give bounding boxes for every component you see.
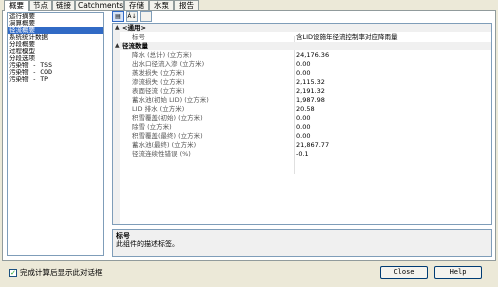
tab-nodes[interactable]: 节点 (29, 0, 52, 10)
property-row[interactable]: 蒸发损失 (立方米) 0.00 (113, 69, 491, 77)
property-value: 0.00 (296, 69, 311, 77)
category-general[interactable]: ▲ <通用> (113, 24, 491, 32)
property-value[interactable]: 含LID设施年径流控制率对应降雨量 (296, 33, 491, 41)
show-dialog-label[interactable]: 完成计算后显示此对话框 (20, 268, 103, 278)
description-pane: 标号 此组件的描述标签。 (112, 229, 492, 257)
property-label: 渗流损失 (立方米) (132, 78, 185, 86)
help-button[interactable]: Help (434, 266, 482, 279)
tab-bar: 概要 节点 链接 Catchments 存储 水泵 报告 (0, 0, 498, 11)
property-row[interactable]: 蓄水池(初始 LID) (立方米) 1,987.98 (113, 96, 491, 104)
property-label: 积雪覆盖(最终) (立方米) (132, 132, 203, 140)
property-label: 积雪覆盖(初始) (立方米) (132, 114, 203, 122)
list-item[interactable]: 污染物 - COD (8, 69, 103, 76)
property-row[interactable]: LID 排水 (立方米) 20.58 (113, 105, 491, 113)
property-row[interactable]: 除雪 (立方米) 0.00 (113, 123, 491, 131)
show-dialog-checkbox[interactable]: ✓ (9, 269, 17, 277)
list-item[interactable]: 过程模型 (8, 48, 103, 55)
property-value: 24,176.36 (296, 51, 330, 59)
property-label: 蒸发损失 (立方米) (132, 69, 185, 77)
property-label: 标号 (132, 33, 145, 41)
list-item[interactable]: 演算概要 (8, 20, 103, 27)
collapse-icon[interactable]: ▲ (115, 42, 120, 50)
property-row[interactable]: 蓄水池(最终) (立方米) 21,867.77 (113, 141, 491, 149)
property-toolbar: ▤ Ȧ↓ (112, 11, 152, 22)
property-pages-button[interactable] (140, 11, 152, 22)
list-item-selected[interactable]: 径流概要 (8, 27, 103, 34)
list-item[interactable]: 分段选项 (8, 55, 103, 62)
category-label: <通用> (122, 24, 146, 32)
collapse-icon[interactable]: ▲ (115, 24, 120, 32)
property-value: 20.58 (296, 105, 315, 113)
property-row[interactable]: 径流连续性错误 (%) -0.1 (113, 150, 491, 158)
description-title: 标号 (116, 232, 130, 240)
property-value: -0.1 (296, 150, 309, 158)
summary-list[interactable]: 运行摘要 演算概要 径流概要 系统统计数据 分段概要 过程模型 分段选项 污染物… (7, 12, 104, 256)
description-text: 此组件的描述标签。 (116, 240, 179, 248)
property-area: ▤ Ȧ↓ ▲ <通用> 标号 含LID设施年径流控制率对应降雨量 ▲ 径流数量 … (109, 10, 495, 260)
property-label: 降水 (总计) (立方米) (132, 51, 192, 59)
property-value: 1,987.98 (296, 96, 325, 104)
category-label: 径流数量 (122, 42, 148, 50)
property-value: 2,191.32 (296, 87, 325, 95)
category-runoff[interactable]: ▲ 径流数量 (113, 42, 491, 50)
list-item[interactable]: 分段概要 (8, 41, 103, 48)
property-row[interactable]: 积雪覆盖(最终) (立方米) 0.00 (113, 132, 491, 140)
property-row[interactable]: 标号 含LID设施年径流控制率对应降雨量 (113, 33, 491, 41)
property-label: 径流连续性错误 (%) (132, 150, 191, 158)
close-button[interactable]: Close (380, 266, 428, 279)
property-row[interactable]: 表面径流 (立方米) 2,191.32 (113, 87, 491, 95)
dialog-footer: ✓ 完成计算后显示此对话框 Close Help (0, 262, 498, 287)
property-row[interactable]: 降水 (总计) (立方米) 24,176.36 (113, 51, 491, 59)
tab-pumps[interactable]: 水泵 (149, 0, 174, 10)
categorized-view-button[interactable]: ▤ (112, 11, 124, 22)
property-row[interactable]: 积雪覆盖(初始) (立方米) 0.00 (113, 114, 491, 122)
property-label: 出水口径流入渗 (立方米) (132, 60, 205, 68)
property-value: 0.00 (296, 114, 311, 122)
tab-storage[interactable]: 存储 (124, 0, 149, 10)
property-grid[interactable]: ▲ <通用> 标号 含LID设施年径流控制率对应降雨量 ▲ 径流数量 降水 (总… (112, 23, 492, 225)
property-label: 除雪 (立方米) (132, 123, 172, 131)
property-row[interactable]: 出水口径流入渗 (立方米) 0.00 (113, 60, 491, 68)
property-label: 表面径流 (立方米) (132, 87, 185, 95)
property-value: 0.00 (296, 60, 311, 68)
property-label: LID 排水 (立方米) (132, 105, 185, 113)
property-value: 21,867.77 (296, 141, 330, 149)
list-item[interactable]: 运行摘要 (8, 13, 103, 20)
tab-report[interactable]: 报告 (174, 0, 199, 10)
list-item[interactable]: 污染物 - TSS (8, 62, 103, 69)
tab-catchments[interactable]: Catchments (75, 0, 124, 10)
tab-links[interactable]: 链接 (52, 0, 75, 10)
tab-summary[interactable]: 概要 (4, 0, 29, 11)
sort-alpha-button[interactable]: Ȧ↓ (126, 11, 138, 22)
property-value: 0.00 (296, 123, 311, 131)
property-row[interactable]: 渗流损失 (立方米) 2,115.32 (113, 78, 491, 86)
property-value: 2,115.32 (296, 78, 325, 86)
property-value: 0.00 (296, 132, 311, 140)
property-label: 蓄水池(最终) (立方米) (132, 141, 197, 149)
list-item[interactable]: 污染物 - TP (8, 76, 103, 83)
list-item[interactable]: 系统统计数据 (8, 34, 103, 41)
property-label: 蓄水池(初始 LID) (立方米) (132, 96, 209, 104)
